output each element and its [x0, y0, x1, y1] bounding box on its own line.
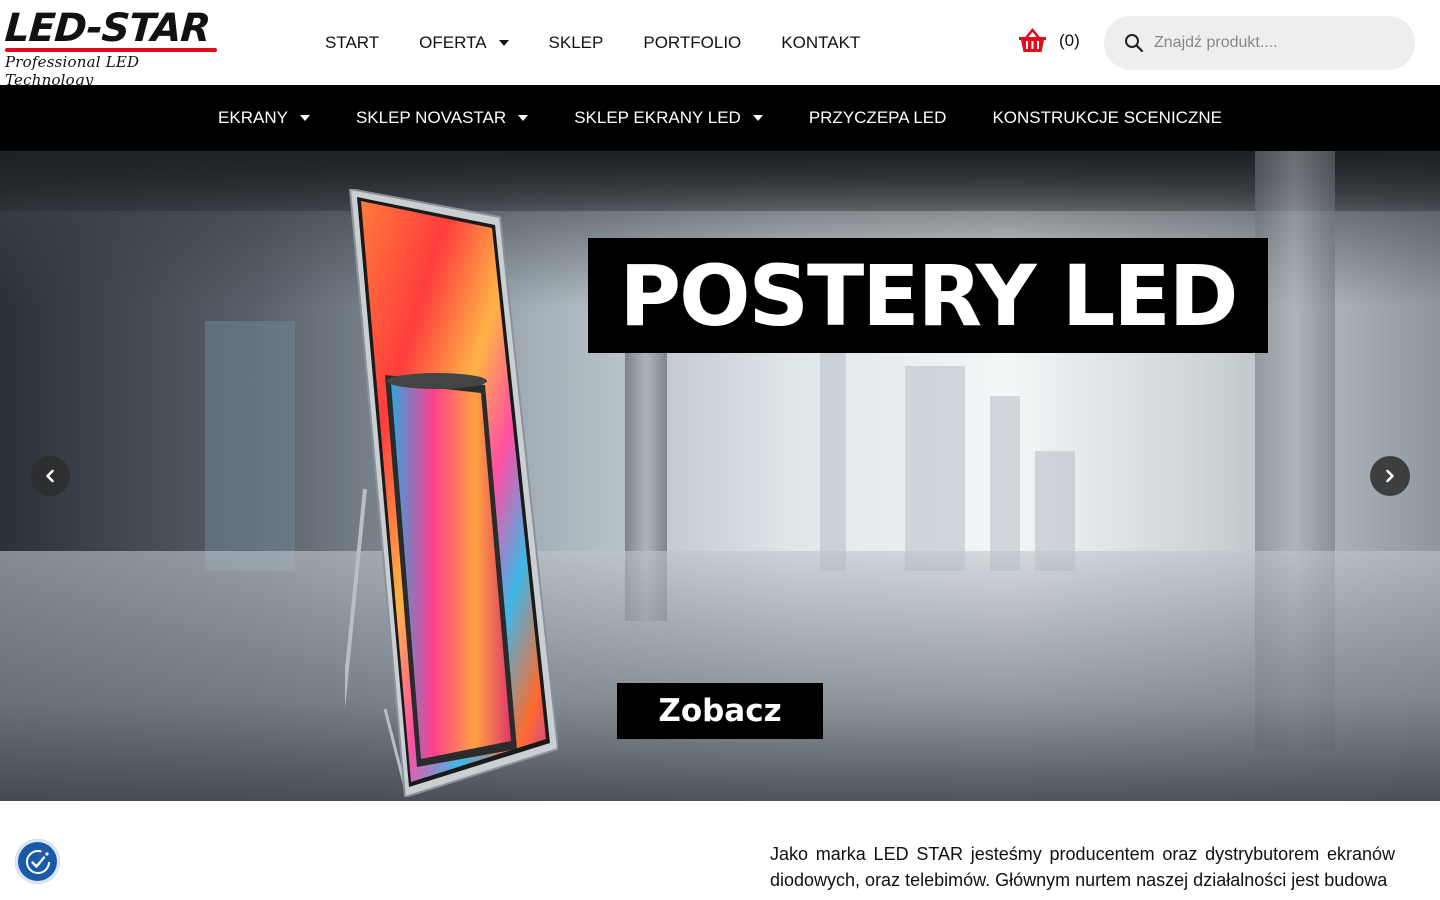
cart-count: (0)	[1059, 31, 1080, 50]
hero-slider: POSTERY LED Zobacz	[0, 151, 1440, 801]
search-input[interactable]	[1154, 34, 1394, 52]
nav-item-start[interactable]: START	[325, 33, 379, 53]
hero-bg-ceiling	[0, 151, 1440, 211]
chevron-left-icon	[46, 469, 54, 483]
basket-icon	[1019, 28, 1046, 52]
cat-item-sklep-novastar[interactable]: SKLEP NOVASTAR	[355, 108, 529, 128]
logo-title: LED-STAR	[3, 6, 212, 51]
slider-prev-button[interactable]	[30, 456, 70, 496]
site-logo[interactable]: LED-STAR Professional LED Technology	[3, 6, 220, 89]
hero-bg-building	[205, 321, 295, 571]
cookie-consent-icon	[25, 849, 50, 874]
nav-item-oferta[interactable]: OFERTA	[419, 32, 509, 53]
caret-down-icon	[498, 39, 509, 46]
nav-item-label: PORTFOLIO	[643, 32, 742, 52]
hero-headline: POSTERY LED	[619, 246, 1239, 345]
nav-item-label: START	[325, 32, 380, 52]
top-header: LED-STAR Professional LED Technology STA…	[0, 0, 1440, 89]
hero-cta-button[interactable]: Zobacz	[617, 683, 823, 739]
cat-item-ekrany[interactable]: EKRANY	[218, 108, 310, 128]
main-nav: START OFERTA SKLEP PORTFOLIO KONTAKT	[325, 0, 900, 85]
nav-item-kontakt[interactable]: KONTAKT	[781, 33, 860, 53]
cart-button[interactable]: (0)	[1018, 28, 1080, 54]
logo-tagline: Professional LED Technology	[5, 53, 140, 89]
nav-item-label: KONTAKT	[781, 32, 861, 52]
cat-item-przyczepa-led[interactable]: PRZYCZEPA LED	[809, 108, 947, 128]
search-bar[interactable]	[1104, 16, 1415, 70]
led-poster-image	[333, 187, 560, 799]
cat-item-label: KONSTRUKCJE SCENICZNE	[992, 108, 1222, 127]
nav-item-label: OFERTA	[419, 32, 487, 52]
caret-down-icon	[299, 115, 310, 121]
nav-item-sklep[interactable]: SKLEP	[549, 33, 604, 53]
logo-underline	[5, 48, 217, 52]
slider-next-button[interactable]	[1370, 456, 1410, 496]
hero-bg-building	[820, 341, 846, 571]
cat-item-label: EKRANY	[218, 108, 288, 127]
cat-item-label: PRZYCZEPA LED	[808, 108, 947, 127]
cookie-consent-button[interactable]	[15, 839, 60, 884]
about-paragraph: Jako marka LED STAR jesteśmy producentem…	[770, 844, 1395, 890]
category-nav: EKRANY SKLEP NOVASTAR SKLEP EKRANY LED P…	[0, 85, 1440, 151]
cat-item-label: SKLEP EKRANY LED	[574, 108, 741, 127]
chevron-right-icon	[1386, 469, 1394, 483]
nav-item-label: SKLEP	[548, 32, 604, 52]
hero-headline-box: POSTERY LED	[588, 238, 1268, 353]
hero-bg-floor	[0, 551, 1440, 801]
cat-item-konstrukcje-sceniczne[interactable]: KONSTRUKCJE SCENICZNE	[992, 108, 1222, 128]
hero-cta-label: Zobacz	[658, 693, 782, 729]
search-icon[interactable]	[1124, 33, 1144, 53]
nav-item-portfolio[interactable]: PORTFOLIO	[643, 33, 741, 53]
hero-bg-building	[905, 366, 965, 571]
caret-down-icon	[518, 115, 529, 121]
hero-bg-building	[990, 396, 1020, 571]
caret-down-icon	[752, 115, 763, 121]
cat-item-sklep-ekrany-led[interactable]: SKLEP EKRANY LED	[574, 108, 763, 128]
cat-item-label: SKLEP NOVASTAR	[355, 108, 507, 127]
